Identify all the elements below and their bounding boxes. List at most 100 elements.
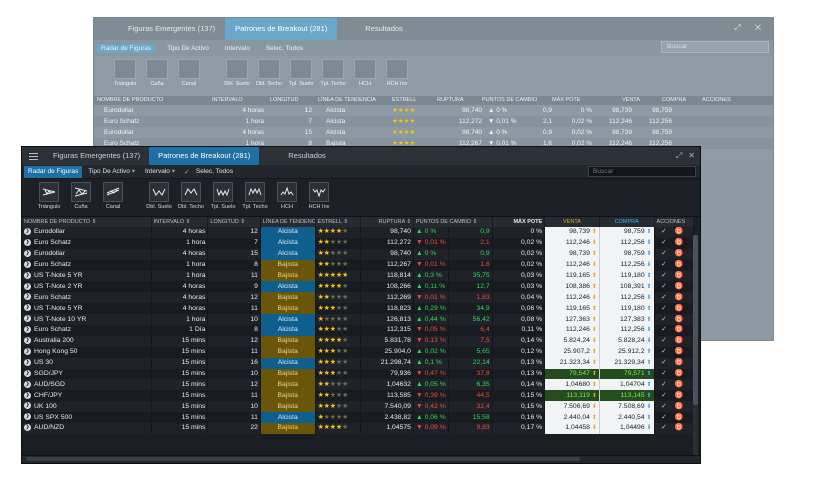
buy-price-cell[interactable]: 1,04496 ⬇	[599, 423, 655, 434]
col-estrellas[interactable]: ESTRELL ⇕	[315, 217, 362, 227]
bg-selec-todos[interactable]: Selec. Todos	[262, 44, 307, 53]
close-icon[interactable]: ✕	[688, 151, 695, 160]
actions-cell[interactable]: ✓ ♉	[654, 401, 695, 413]
product-cell[interactable]: ❯ US 30	[22, 357, 152, 369]
col-maxpot[interactable]: MÁX POTE	[492, 217, 546, 227]
col-longitud[interactable]: LONGITUD ⇕	[207, 217, 261, 227]
bg-menu-icon[interactable]	[94, 18, 118, 40]
actions-cell[interactable]: ✓ ♉	[654, 325, 695, 336]
actions-cell[interactable]: ✓ ♉	[654, 248, 695, 260]
expand-icon[interactable]: ❯	[24, 369, 31, 377]
sell-price-cell[interactable]: 112,246 ⬇	[544, 325, 600, 336]
bg-pattern-button-6[interactable]: Tpl. Techo	[320, 59, 346, 96]
tipo-activo-dropdown[interactable]: Tipo De Activo ▾	[84, 166, 139, 178]
bg-tab-resultados[interactable]: Resultados	[355, 18, 413, 40]
table-row[interactable]: ❯ Euro Schatz 1 Día 8 Alcista ★★★★★ 112,315 ▼ 0…	[22, 325, 695, 336]
table-row[interactable]: ❯ SGD/JPY 15 mins 10 Bajista ★★★★★ 79,936 ▼ 0,4…	[22, 368, 695, 380]
actions-cell[interactable]: ✓ ♉	[654, 227, 695, 238]
buy-price-cell[interactable]: 112,256 ⬇	[599, 259, 655, 271]
product-cell[interactable]: ❯ Euro Schatz	[22, 259, 152, 271]
bg-pattern-button-5[interactable]: Tpl. Suelo	[288, 59, 314, 96]
search-input[interactable]: Buscar	[588, 166, 696, 177]
buy-price-cell[interactable]: 113,145 ⬆	[599, 390, 655, 402]
pattern-button-5[interactable]: Tpl. Suelo	[209, 182, 237, 216]
sell-price-cell[interactable]: 119,165 ⬆	[544, 303, 600, 315]
buy-price-cell[interactable]: 98,759 ⬆	[599, 227, 655, 238]
actions-cell[interactable]: ✓ ♉	[654, 314, 695, 326]
buy-price-cell[interactable]: 2.440,54 ⬆	[599, 412, 655, 424]
actions-cell[interactable]: ✓ ♉	[654, 303, 695, 315]
buy-price-cell[interactable]: 112,256 ⬇	[599, 292, 655, 304]
table-row[interactable]: ❯ UK 100 15 mins 10 Bajista ★★★★★ 7.540,09 ▼ 0,…	[22, 401, 695, 413]
bg-tab-patrones[interactable]: Patrones de Breakout (281)	[225, 18, 338, 40]
bg-intervalo-button[interactable]: Intervalo	[221, 44, 254, 53]
col-ruptura[interactable]: RUPTURA ⇕	[360, 217, 414, 227]
sell-price-cell[interactable]: 112,246 ⬇	[544, 237, 600, 249]
radar-figuras-button[interactable]: Radar de Figuras	[24, 165, 83, 178]
bg-radar-button[interactable]: Radar de Figuras	[97, 43, 156, 53]
product-cell[interactable]: ❯ US T-Note 10 YR	[22, 314, 152, 326]
product-cell[interactable]: ❯ Euro Schatz	[22, 292, 152, 304]
tab-resultados[interactable]: Resultados	[279, 147, 335, 165]
col-intervalo[interactable]: INTERVALO ⇕	[151, 217, 209, 227]
buy-price-cell[interactable]: 25.912,2 ⬆	[599, 346, 655, 358]
buy-price-cell[interactable]: 112,256 ⬇	[599, 325, 655, 336]
col-tendencia[interactable]: LÍNEA DE TENDENCIA ⇕	[260, 217, 316, 227]
product-cell[interactable]: ❯ US SPX 500	[22, 412, 152, 424]
popout-icon[interactable]: ⤢	[676, 151, 682, 160]
table-row[interactable]: ❯ US 30 15 mins 16 Alcista ★★★★★ 21.298,74 ▲ 0,…	[22, 357, 695, 369]
expand-icon[interactable]: ❯	[24, 228, 31, 236]
table-row[interactable]: ❯ Eurodollar 4 horas 15 Alcista ★★★★★ 98,740 ▲ …	[22, 248, 695, 260]
sell-price-cell[interactable]: 79,547 ⬆	[544, 368, 600, 380]
buy-price-cell[interactable]: 108,391 ⬆	[599, 281, 655, 293]
bg-pattern-button-8[interactable]: HCH Inv	[384, 59, 410, 96]
buy-price-cell[interactable]: 98,759 ⬆	[599, 248, 655, 260]
table-row[interactable]: ❯ US T-Note 5 YR 4 horas 11 Bajista ★★★★★ 118,…	[22, 303, 695, 315]
actions-cell[interactable]: ✓ ♉	[654, 412, 695, 424]
bg-pattern-button-0[interactable]: Triángulo	[112, 59, 138, 96]
actions-cell[interactable]: ✓ ♉	[654, 270, 695, 282]
table-row[interactable]: ❯ Euro Schatz 1 hora 8 Bajista ★★★★★ 112,267 ▼ …	[22, 259, 695, 271]
expand-icon[interactable]: ❯	[24, 239, 31, 247]
sell-price-cell[interactable]: 5.824,24 ⬇	[544, 335, 600, 347]
actions-cell[interactable]: ✓ ♉	[654, 237, 695, 249]
bg-tipo-button[interactable]: Tipo De Activo	[163, 44, 213, 53]
product-cell[interactable]: ❯ Australia 200	[22, 335, 152, 347]
expand-icon[interactable]: ❯	[24, 413, 31, 421]
sell-price-cell[interactable]: 127,363 ⬆	[544, 314, 600, 326]
buy-price-cell[interactable]: 7.508,69 ⬇	[599, 401, 655, 413]
table-row[interactable]: ❯ Australia 200 15 mins 12 Bajista ★★★★★ 5.831…	[22, 335, 695, 347]
actions-cell[interactable]: ✓ ♉	[654, 259, 695, 271]
actions-cell[interactable]: ✓ ♉	[654, 335, 695, 347]
bg-pattern-button-4[interactable]: Dbl. Techo	[256, 59, 282, 96]
pattern-button-7[interactable]: HCH	[273, 182, 301, 216]
product-cell[interactable]: ❯ AUD/SGD	[22, 379, 152, 391]
bg-tab-figuras[interactable]: Figuras Emergentes (137)	[118, 18, 225, 40]
sell-price-cell[interactable]: 113,119 ⬆	[544, 390, 600, 402]
bg-table-row[interactable]: Euro Schatz 1 hora 7 Alcista ★★★★ 112,272 ▼ 0,…	[94, 116, 773, 127]
expand-icon[interactable]: ❯	[24, 326, 31, 334]
buy-price-cell[interactable]: 119,180 ⬆	[599, 270, 655, 282]
actions-cell[interactable]: ✓ ♉	[654, 379, 695, 391]
table-row[interactable]: ❯ US SPX 500 15 mins 11 Alcista ★★★★★ 2.438,82…	[22, 412, 695, 424]
bg-table-row[interactable]: Eurodollar 4 horas 15 Alcista ★★★★ 98,740 ▲ 0 …	[94, 127, 773, 138]
actions-cell[interactable]: ✓ ♉	[654, 357, 695, 369]
product-cell[interactable]: ❯ Eurodollar	[22, 248, 152, 260]
pattern-button-4[interactable]: Dbl. Techo	[177, 182, 205, 216]
bg-window-controls[interactable]: ⤢ ✕	[734, 23, 767, 33]
table-row[interactable]: ❯ AUD/NZD 15 mins 22 Bajista ★★★★★ 1,04575 ▼ 0,…	[22, 423, 695, 434]
product-cell[interactable]: ❯ US T-Note 2 YR	[22, 281, 152, 293]
product-cell[interactable]: ❯ AUD/NZD	[22, 423, 152, 434]
actions-cell[interactable]: ✓ ♉	[654, 292, 695, 304]
expand-icon[interactable]: ❯	[24, 380, 31, 388]
table-row[interactable]: ❯ US T-Note 5 YR 1 hora 11 Bajista ★★★★★ 118,8…	[22, 270, 695, 282]
sell-price-cell[interactable]: 108,386 ⬆	[544, 281, 600, 293]
product-cell[interactable]: ❯ CHF/JPY	[22, 390, 152, 402]
bg-table-row[interactable]: Eurodollar 4 horas 12 Alcista ★★★★ 98,740 ▲ 0 …	[94, 105, 773, 116]
vertical-scrollbar[interactable]	[693, 235, 698, 460]
product-cell[interactable]: ❯ Euro Schatz	[22, 237, 152, 249]
expand-icon[interactable]: ❯	[24, 260, 31, 268]
buy-price-cell[interactable]: 127,383 ⬆	[599, 314, 655, 326]
buy-price-cell[interactable]: 1,04704 ⬆	[599, 379, 655, 391]
expand-icon[interactable]: ❯	[24, 282, 31, 290]
